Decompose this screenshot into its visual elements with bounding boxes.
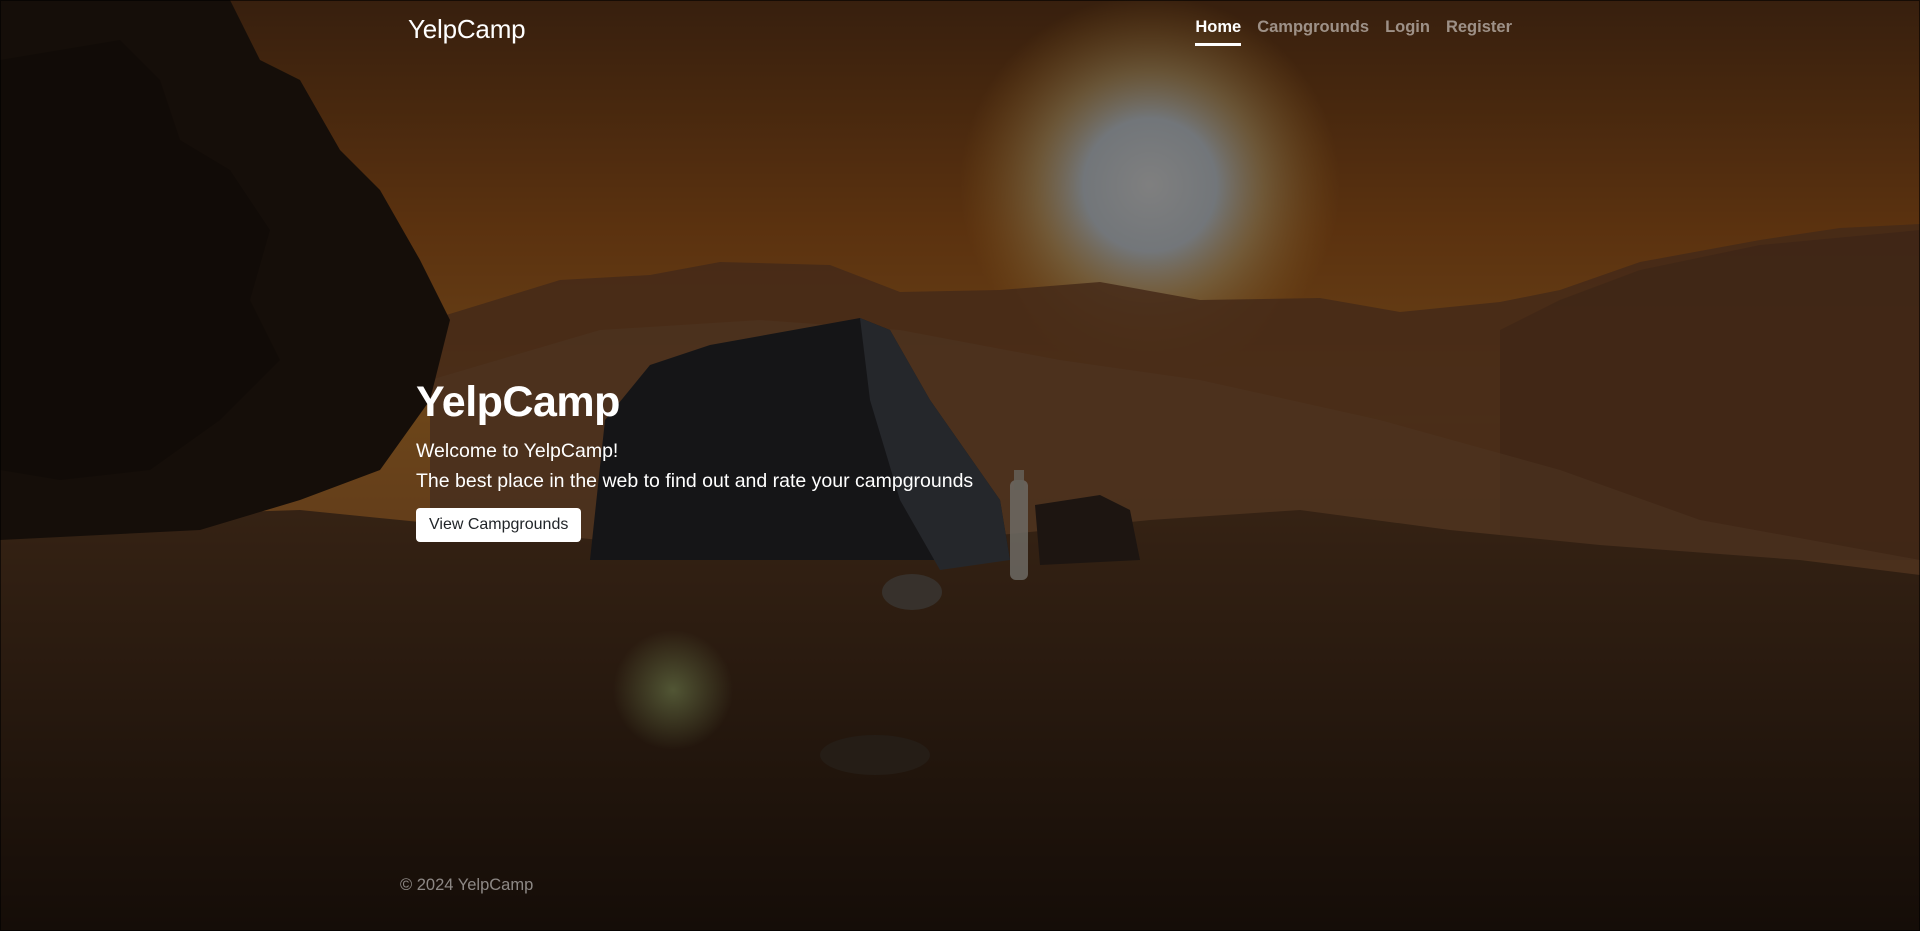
hero-section: YelpCamp Welcome to YelpCamp! The best p… bbox=[416, 376, 973, 542]
footer-copyright: © 2024 YelpCamp bbox=[400, 876, 534, 894]
navbar-brand[interactable]: YelpCamp bbox=[408, 14, 526, 45]
hero-welcome: Welcome to YelpCamp! bbox=[416, 440, 619, 462]
view-campgrounds-button[interactable]: View Campgrounds bbox=[416, 508, 582, 542]
navbar: YelpCamp Home Campgrounds Login Register bbox=[408, 0, 1512, 60]
landing-page: YelpCamp Home Campgrounds Login Register… bbox=[0, 0, 1920, 931]
nav-link-home[interactable]: Home bbox=[1195, 18, 1242, 46]
nav-links: Home Campgrounds Login Register bbox=[1195, 18, 1512, 46]
hero-title: YelpCamp bbox=[416, 378, 620, 426]
nav-link-campgrounds[interactable]: Campgrounds bbox=[1257, 18, 1369, 46]
footer: © 2024 YelpCamp bbox=[400, 876, 533, 895]
nav-link-login[interactable]: Login bbox=[1385, 18, 1430, 46]
nav-link-register[interactable]: Register bbox=[1446, 18, 1512, 46]
hero-tagline: The best place in the web to find out an… bbox=[416, 470, 974, 492]
